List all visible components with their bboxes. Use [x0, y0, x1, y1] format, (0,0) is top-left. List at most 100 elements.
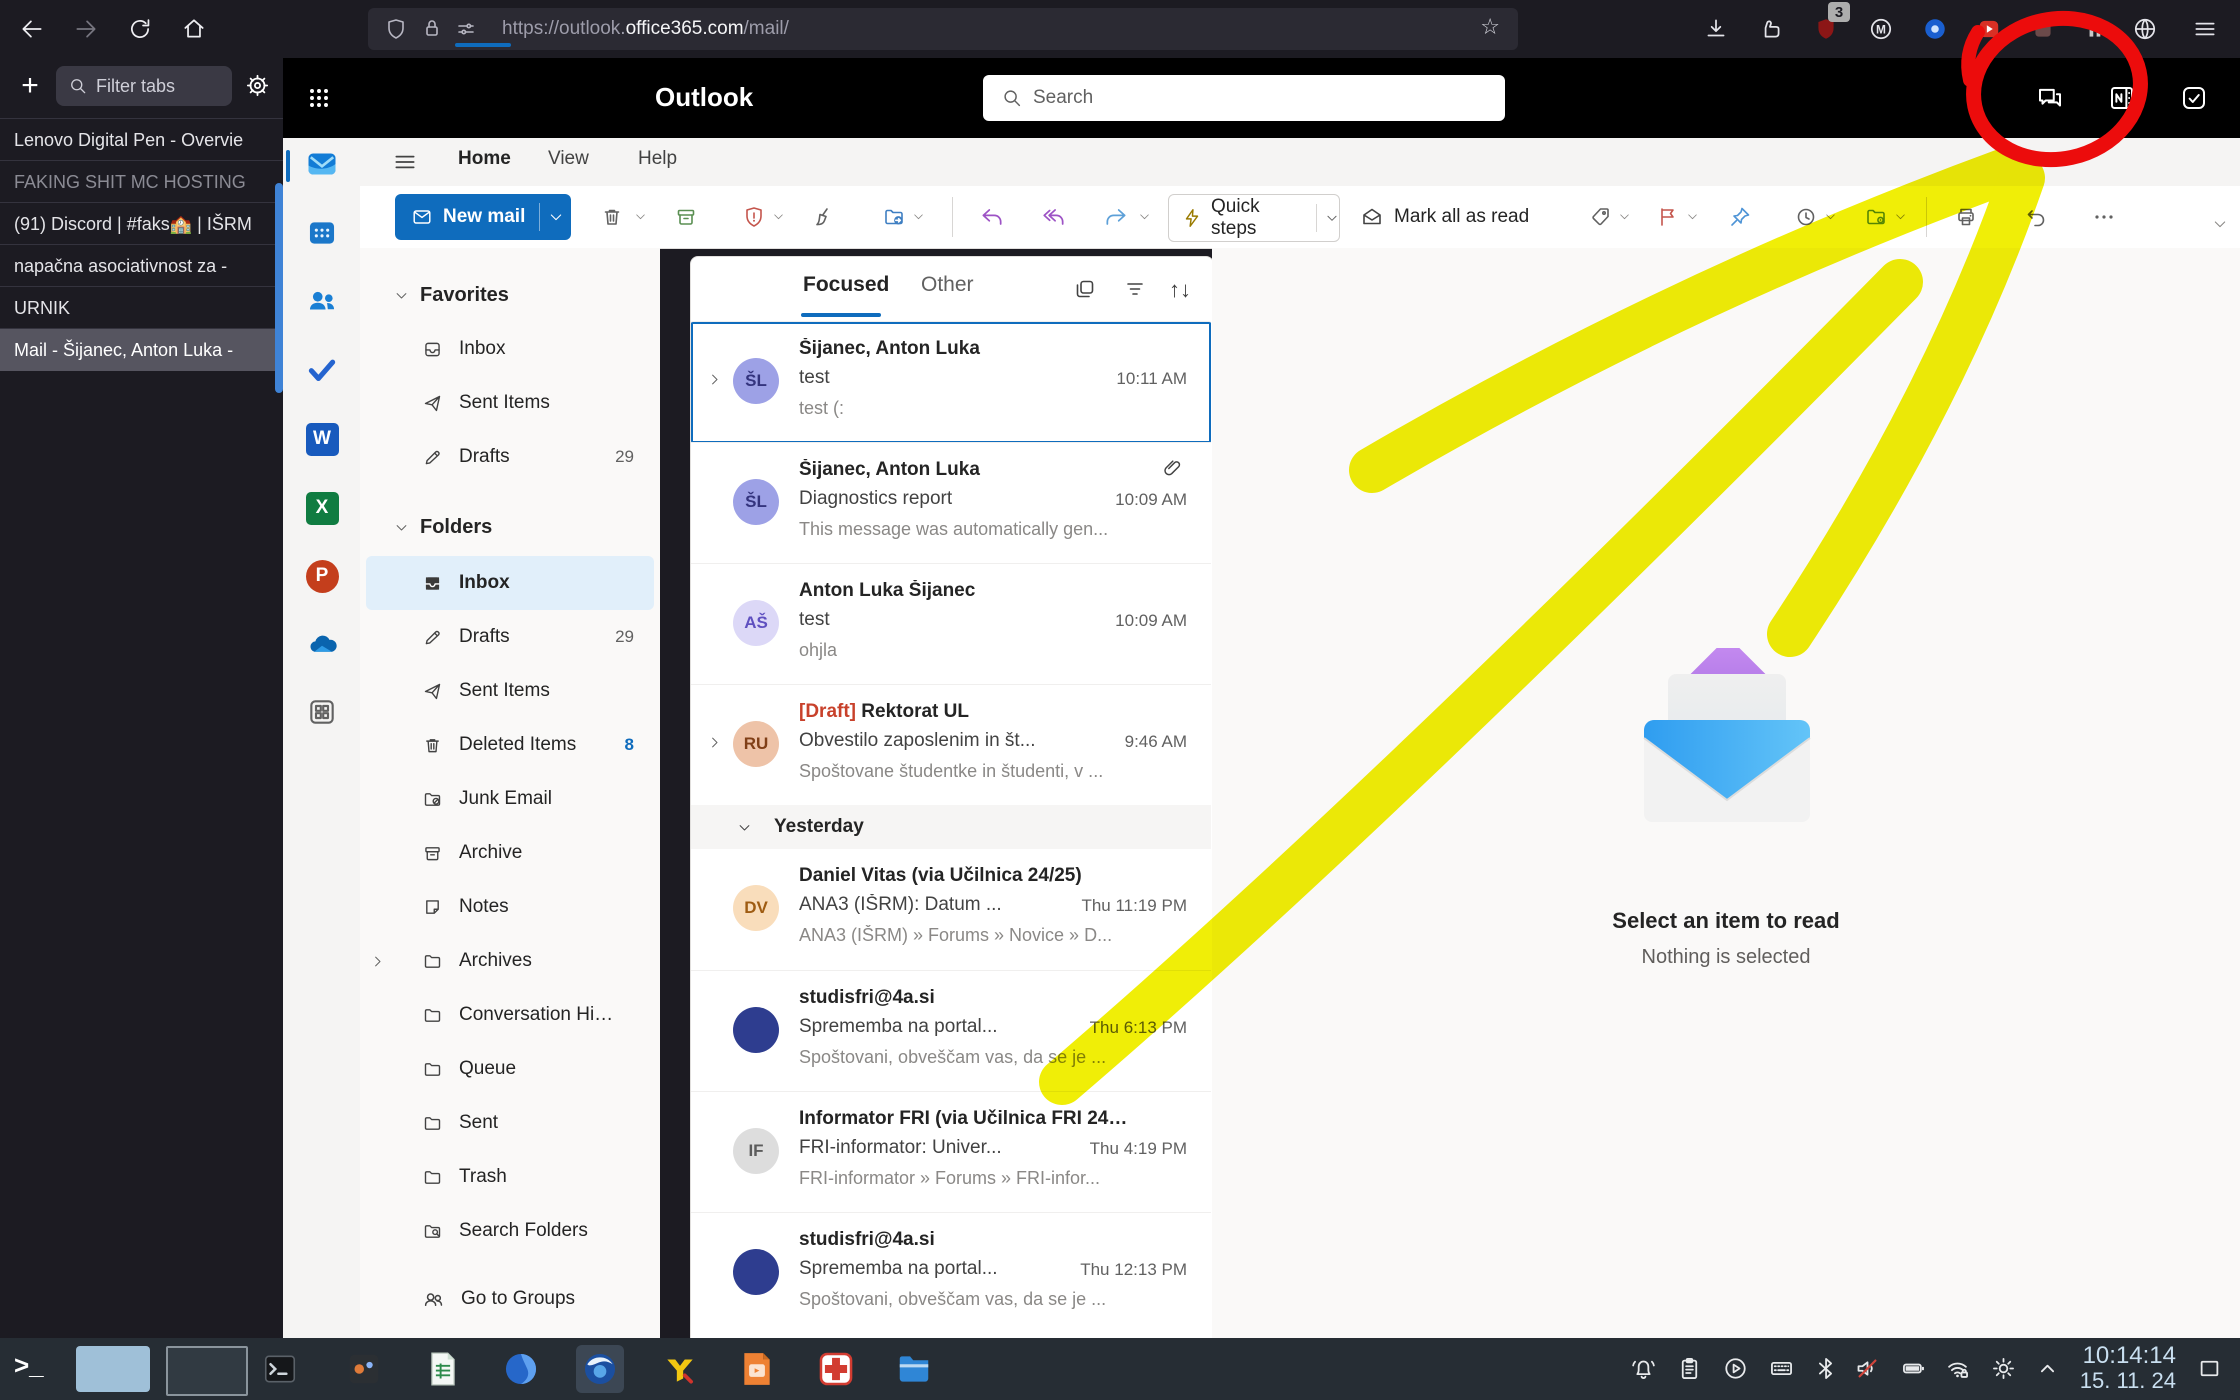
folder-conversation-history[interactable]: Conversation Hist...	[366, 988, 654, 1042]
favorite-inbox[interactable]: Inbox	[366, 322, 654, 376]
chevron-down-icon[interactable]	[1325, 211, 1339, 225]
tab-item[interactable]: Lenovo Digital Pen - Overvie	[0, 118, 283, 161]
message-row[interactable]: RU [Draft] Rektorat UL Obvestilo zaposle…	[691, 684, 1211, 806]
tray-brightness-icon[interactable]	[1990, 1355, 2017, 1387]
chevron-down-icon[interactable]	[548, 209, 564, 225]
extension-hidden-2-icon[interactable]	[2082, 16, 2108, 47]
taskbar-files-icon[interactable]	[894, 1349, 934, 1389]
folder-trash[interactable]: Trash	[366, 1150, 654, 1204]
favorites-header[interactable]: Favorites	[384, 268, 644, 322]
message-row[interactable]: ŠL Šijanec, Anton Luka Diagnostics repor…	[691, 442, 1211, 564]
extension-play-icon[interactable]	[1976, 16, 2002, 47]
chevron-down-icon[interactable]	[394, 288, 409, 303]
message-row[interactable]: AŠ Anton Luka Šijanec test 10:09 AM ohjl…	[691, 563, 1211, 685]
extension-m-icon[interactable]: M	[1868, 16, 1894, 47]
chevron-down-icon[interactable]	[772, 210, 785, 228]
chevron-down-icon[interactable]	[1138, 210, 1151, 228]
expand-chevron-icon[interactable]	[707, 372, 722, 387]
select-messages-icon[interactable]	[1073, 277, 1097, 306]
downloads-icon[interactable]	[1703, 16, 1729, 47]
reload-icon[interactable]	[120, 9, 160, 49]
chevron-down-icon[interactable]	[737, 820, 752, 835]
rail-more-apps-icon[interactable]	[304, 694, 340, 730]
chevron-right-icon[interactable]	[370, 954, 385, 969]
globe-icon[interactable]	[2132, 16, 2158, 47]
lock-icon[interactable]	[420, 17, 444, 46]
chevron-down-icon[interactable]	[634, 210, 647, 228]
more-options-icon[interactable]	[2086, 199, 2122, 235]
taskbar-active-browser-icon[interactable]	[580, 1349, 620, 1389]
message-row[interactable]: IF Informator FRI (via Učilnica FRI 24/2…	[691, 1091, 1211, 1213]
rail-powerpoint-icon[interactable]: P	[304, 558, 340, 594]
new-tab-button[interactable]: +	[10, 64, 50, 108]
ribbon-hamburger-icon[interactable]	[392, 149, 418, 180]
taskbar-terminal-icon[interactable]	[260, 1349, 300, 1389]
taskbar-impress-icon[interactable]	[737, 1349, 777, 1389]
extension-hidden-1-icon[interactable]	[2030, 16, 2056, 47]
favorite-drafts[interactable]: Drafts 29	[366, 430, 654, 484]
tab-help[interactable]: Help	[638, 148, 677, 170]
chat-icon[interactable]	[2035, 83, 2065, 118]
chevron-down-icon[interactable]	[1894, 210, 1907, 228]
reply-all-icon[interactable]	[1036, 199, 1072, 235]
permissions-icon[interactable]	[454, 17, 478, 46]
taskbar-yellow-app-icon[interactable]	[660, 1349, 700, 1389]
delete-icon[interactable]	[594, 199, 630, 235]
sort-icon[interactable]: ↑↓	[1169, 277, 1191, 303]
bookmark-star-icon[interactable]: ☆	[1480, 14, 1500, 40]
app-launcher-icon[interactable]	[305, 84, 333, 117]
sidebar-scrollbar[interactable]	[275, 183, 283, 393]
tray-battery-icon[interactable]	[1900, 1355, 1927, 1387]
folder-drafts[interactable]: Drafts 29	[366, 610, 654, 664]
section-header-yesterday[interactable]: Yesterday	[691, 805, 1211, 849]
tab-item[interactable]: FAKING SHIT MC HOSTING	[0, 160, 283, 203]
window-button[interactable]	[166, 1346, 248, 1396]
folder-inbox[interactable]: Inbox	[366, 556, 654, 610]
sidebar-gear-icon[interactable]	[244, 72, 271, 104]
tray-clipboard-icon[interactable]	[1676, 1355, 1703, 1387]
home-icon[interactable]	[174, 9, 214, 49]
folder-junk-email[interactable]: Junk Email	[366, 772, 654, 826]
favorite-sent-items[interactable]: Sent Items	[366, 376, 654, 430]
folder-archives[interactable]: Archives	[366, 934, 654, 988]
onenote-icon[interactable]	[2107, 83, 2137, 118]
flag-icon[interactable]	[1650, 199, 1686, 235]
rail-onedrive-icon[interactable]	[304, 627, 340, 663]
print-icon[interactable]	[1948, 199, 1984, 235]
go-to-groups[interactable]: Go to Groups	[366, 1272, 654, 1326]
url-bar[interactable]: https://outlook.office365.com/mail/ ☆	[368, 8, 1518, 50]
report-icon[interactable]	[736, 199, 772, 235]
forward-icon[interactable]	[66, 9, 106, 49]
folder-notes[interactable]: Notes	[366, 880, 654, 934]
tab-item[interactable]: napačna asociativnost za -	[0, 244, 283, 287]
search-input[interactable]: Search	[983, 75, 1505, 121]
start-prompt-icon[interactable]: >_	[14, 1350, 44, 1381]
taskbar-calc-icon[interactable]	[423, 1349, 463, 1389]
forward-icon[interactable]	[1098, 199, 1134, 235]
mark-all-read-button[interactable]: Mark all as read	[1360, 194, 1529, 240]
message-row[interactable]: DV Daniel Vitas (via Učilnica 24/25) ANA…	[691, 849, 1211, 970]
todo-icon[interactable]	[2179, 83, 2209, 118]
message-row[interactable]: ŠL Šijanec, Anton Luka test 10:11 AM tes…	[691, 321, 1211, 443]
new-mail-button[interactable]: New mail	[395, 194, 571, 240]
tray-bluetooth-icon[interactable]	[1812, 1355, 1839, 1387]
tab-home[interactable]: Home	[458, 148, 511, 170]
folders-header[interactable]: Folders	[384, 500, 644, 554]
rail-people-icon[interactable]	[304, 283, 340, 319]
tray-wifi-icon[interactable]	[1944, 1355, 1971, 1387]
back-icon[interactable]	[12, 9, 52, 49]
tab-item[interactable]: (91) Discord | #faks🏫 | IŠRM	[0, 202, 283, 245]
chevron-down-icon[interactable]	[1824, 210, 1837, 228]
chevron-down-icon[interactable]	[394, 520, 409, 535]
archive-icon[interactable]	[668, 199, 704, 235]
taskbar-clock[interactable]: 10:14:14 15. 11. 24	[2056, 1343, 2176, 1393]
show-desktop-icon[interactable]	[2196, 1355, 2223, 1387]
tray-volume-muted-icon[interactable]	[1854, 1355, 1881, 1387]
tracking-shield-icon[interactable]	[384, 17, 408, 46]
extension-blue-dot-icon[interactable]	[1922, 16, 1948, 47]
chevron-down-icon[interactable]	[912, 210, 925, 228]
taskbar-app-icon[interactable]	[344, 1349, 384, 1389]
move-to-folder-icon[interactable]	[876, 199, 912, 235]
taskbar-browser-icon[interactable]	[501, 1349, 541, 1389]
folder-deleted-items[interactable]: Deleted Items 8	[366, 718, 654, 772]
